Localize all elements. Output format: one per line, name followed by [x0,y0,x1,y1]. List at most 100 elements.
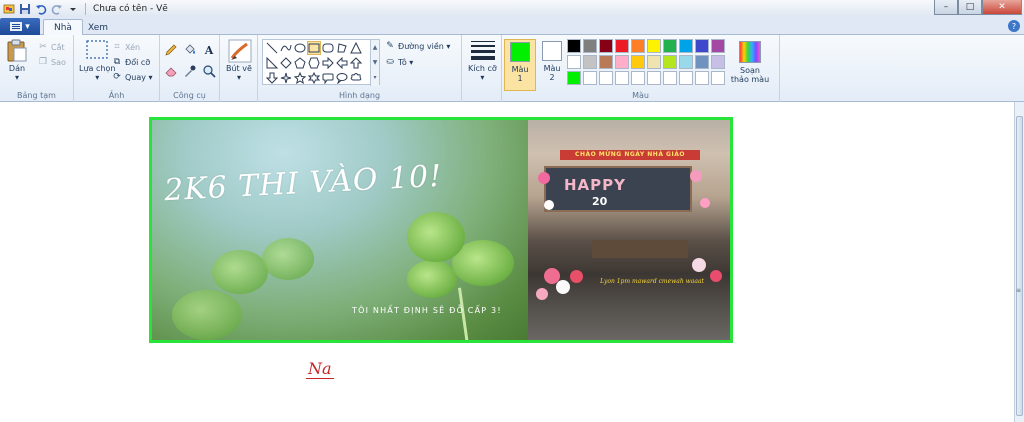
palette-color-swatch[interactable] [615,71,629,85]
four-point-star-shape-icon[interactable] [279,71,293,85]
cloud-callout-shape-icon[interactable] [349,71,363,85]
palette-color-swatch[interactable] [695,55,709,69]
line-shape-icon[interactable] [265,41,279,55]
oval-shape-icon[interactable] [293,41,307,55]
palette-color-swatch[interactable] [663,39,677,53]
palette-color-swatch[interactable] [615,55,629,69]
palette-color-swatch[interactable] [583,39,597,53]
customize-qat-chevron-down-icon[interactable] [66,2,80,16]
tab-view[interactable]: Xem [78,19,118,36]
redo-icon[interactable] [50,2,64,16]
color1-button[interactable]: Màu 1 [504,39,536,91]
left-arrow-shape-icon[interactable] [335,56,349,70]
fill-button[interactable]: ⛀ Tô ▾ [385,56,413,68]
text-tool-icon[interactable]: A [200,42,218,58]
brushes-button[interactable]: Bút vẽ ▾ [226,39,252,82]
paste-button[interactable]: Dán ▾ [6,39,28,82]
outline-button[interactable]: ✎ Đường viền ▾ [385,40,450,52]
edit-colors-button[interactable]: Soạn thảo màu [730,39,770,91]
triangle-shape-icon[interactable] [349,41,363,55]
palette-color-swatch[interactable] [663,71,677,85]
palette-color-swatch[interactable] [567,39,581,53]
palette-color-swatch[interactable] [647,71,661,85]
balloon [692,258,706,272]
paint-menu-button[interactable]: ▾ [0,18,40,35]
palette-color-swatch[interactable] [583,71,597,85]
palette-color-swatch[interactable] [631,55,645,69]
minimize-button[interactable]: – [934,0,958,15]
crop-button[interactable]: ⌗ Xén [112,41,140,53]
select-rectangle-icon [86,39,108,61]
palette-color-swatch[interactable] [663,55,677,69]
palette-color-swatch[interactable] [583,55,597,69]
cut-button[interactable]: ✂ Cắt [38,41,64,53]
palette-color-swatch[interactable] [567,71,581,85]
palette-color-swatch[interactable] [695,71,709,85]
curve-shape-icon[interactable] [279,41,293,55]
canvas-picture[interactable]: 2K6 THI VÀO 10! TÔI NHẤT ĐỊNH SẼ ĐỖ CẤP … [149,117,733,343]
ribbon-tab-row: ▾ Nhà Xem ? [0,17,1024,36]
vertical-scrollbar[interactable]: ≡ [1014,102,1024,422]
right-triangle-shape-icon[interactable] [265,56,279,70]
help-icon[interactable]: ? [1008,20,1020,32]
five-point-star-shape-icon[interactable] [293,71,307,85]
copy-button[interactable]: ❐ Sao [38,56,66,68]
select-button[interactable]: Lựa chọn ▾ [79,39,115,82]
palette-color-swatch[interactable] [599,55,613,69]
palette-color-swatch[interactable] [695,39,709,53]
tab-home[interactable]: Nhà [43,19,83,36]
size-button[interactable]: Kích cỡ ▾ [468,39,497,82]
rounded-callout-shape-icon[interactable] [321,71,335,85]
maximize-button[interactable]: □ [958,0,982,15]
palette-color-swatch[interactable] [631,39,645,53]
polygon-shape-icon[interactable] [335,41,349,55]
palette-color-swatch[interactable] [647,55,661,69]
paste-label: Dán [8,64,26,73]
rounded-rectangle-shape-icon[interactable] [321,41,335,55]
gallery-scroll-up-icon[interactable]: ▲ [371,40,379,55]
shapes-group-label: Hình dạng [338,91,381,100]
close-button[interactable]: ✕ [982,0,1022,15]
magnifier-icon[interactable] [200,63,218,79]
six-point-star-shape-icon[interactable] [307,71,321,85]
paste-chevron-down-icon: ▾ [14,73,19,82]
color1-swatch [510,42,530,62]
diamond-shape-icon[interactable] [279,56,293,70]
pentagon-shape-icon[interactable] [293,56,307,70]
app-icon[interactable] [2,2,16,16]
eraser-icon[interactable] [162,63,180,79]
palette-color-swatch[interactable] [599,71,613,85]
palette-color-swatch[interactable] [647,39,661,53]
palette-color-swatch[interactable] [679,39,693,53]
palette-color-swatch[interactable] [711,39,725,53]
crop-label: Xén [125,42,141,52]
hexagon-shape-icon[interactable] [307,56,321,70]
pencil-icon[interactable] [162,42,180,58]
resize-button[interactable]: ⧉ Đổi cỡ [112,56,150,68]
palette-color-swatch[interactable] [679,55,693,69]
save-icon[interactable] [18,2,32,16]
down-arrow-shape-icon[interactable] [265,71,279,85]
palette-color-swatch[interactable] [615,39,629,53]
up-arrow-shape-icon[interactable] [349,56,363,70]
palette-color-swatch[interactable] [711,55,725,69]
palette-color-swatch[interactable] [567,55,581,69]
gallery-expand-icon[interactable]: ▾ [371,70,379,85]
vertical-scrollbar-thumb[interactable] [1016,116,1023,416]
rectangle-shape-icon[interactable] [307,41,321,55]
right-arrow-shape-icon[interactable] [321,56,335,70]
palette-color-swatch[interactable] [679,71,693,85]
shapes-gallery-scrollbar[interactable]: ▲ ▼ ▾ [370,40,379,86]
color-picker-icon[interactable] [181,63,199,79]
fill-bucket-icon[interactable] [181,42,199,58]
color2-button[interactable]: Màu 2 [536,39,568,91]
palette-color-swatch[interactable] [711,71,725,85]
rotate-button[interactable]: ⟳ Quay ▾ [112,71,152,83]
palette-color-swatch[interactable] [599,39,613,53]
gallery-scroll-down-icon[interactable]: ▼ [371,55,379,70]
shapes-gallery: ▲ ▼ ▾ [262,39,380,86]
palette-color-swatch[interactable] [631,71,645,85]
oval-callout-shape-icon[interactable] [335,71,349,85]
undo-icon[interactable] [34,2,48,16]
clover-leaf [407,260,457,298]
